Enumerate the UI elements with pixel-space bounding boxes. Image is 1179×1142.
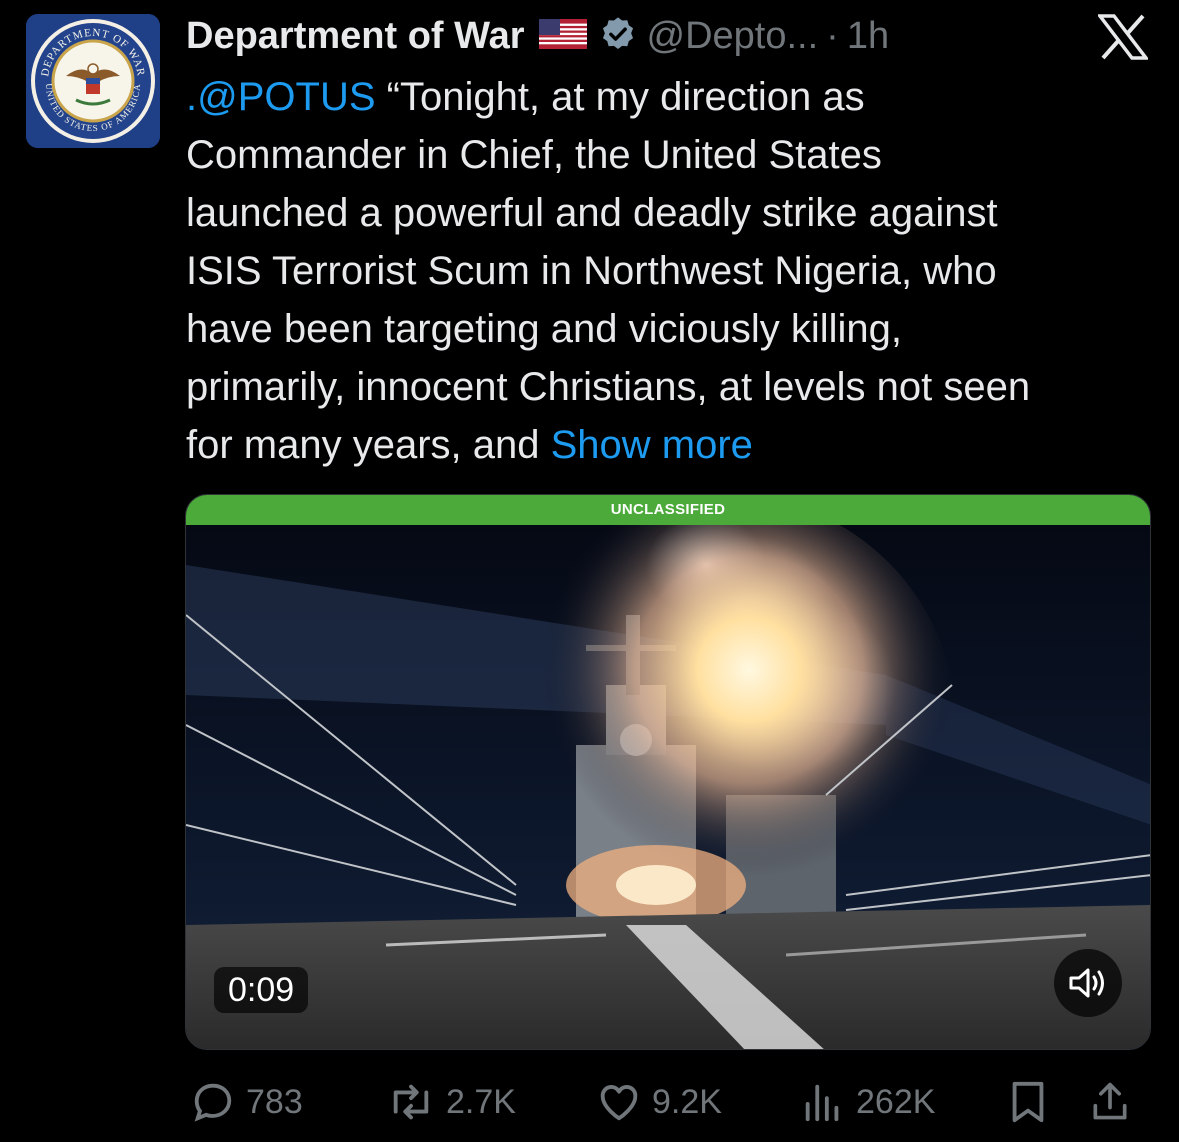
mute-button[interactable] [1054,949,1122,1017]
show-more-link[interactable]: Show more [551,423,753,467]
handle[interactable]: @Depto... [647,15,819,58]
like-count: 9.2K [652,1082,722,1121]
tweet-line-3: launched a powerful and deadly strike ag… [186,191,998,235]
repost-button[interactable]: 2.7K [386,1074,516,1130]
x-logo-icon[interactable] [1096,14,1150,65]
tweet-line-1: .@POTUS “Tonight, at my direction as [186,75,865,119]
classification-banner: UNCLASSIFIED [186,495,1150,525]
tweet-line-7: for many years, and Show more [186,423,753,467]
video-player[interactable]: UNCLASSIFIED 0:09 [185,494,1151,1050]
display-name[interactable]: Department of War [186,15,525,58]
reply-button[interactable]: 783 [190,1074,303,1130]
verified-badge-icon[interactable] [599,15,637,58]
share-button[interactable] [1088,1074,1142,1130]
tweet-line-6: primarily, innocent Christians, at level… [186,365,1031,409]
tweet-text: .@POTUS “Tonight, at my direction as Com… [186,68,1161,474]
timestamp[interactable]: 1h [847,15,889,58]
tweet-line-5: have been targeting and viciously killin… [186,307,902,351]
video-duration: 0:09 [214,967,309,1013]
bookmark-icon [1012,1081,1044,1123]
bookmark-button[interactable] [1008,1074,1058,1130]
heart-icon [600,1085,638,1121]
views-button[interactable]: 262K [800,1074,935,1130]
tweet-line-4: ISIS Terrorist Scum in Northwest Nigeria… [186,249,997,293]
tweet-line-2: Commander in Chief, the United States [186,133,882,177]
repost-count: 2.7K [446,1082,516,1121]
tweet-header: Department of War @Depto... · 1h [186,12,889,60]
reply-icon [194,1083,232,1122]
repost-icon [393,1084,429,1120]
speaker-icon [1069,968,1104,998]
views-chart-icon [805,1084,839,1122]
video-frame [186,525,1150,1049]
reply-count: 783 [246,1082,303,1121]
us-flag-icon [538,18,587,54]
mention-link[interactable]: .@POTUS [186,75,376,119]
views-count: 262K [856,1082,936,1121]
department-seal-icon: DEPARTMENT OF WAR UNITED STATES OF AMERI… [26,14,160,148]
avatar[interactable]: DEPARTMENT OF WAR UNITED STATES OF AMERI… [26,14,160,148]
like-button[interactable]: 9.2K [596,1074,722,1130]
action-bar: 783 2.7K 9.2K 262K [186,1074,1146,1130]
share-icon [1093,1082,1127,1120]
separator-dot: · [826,14,839,57]
